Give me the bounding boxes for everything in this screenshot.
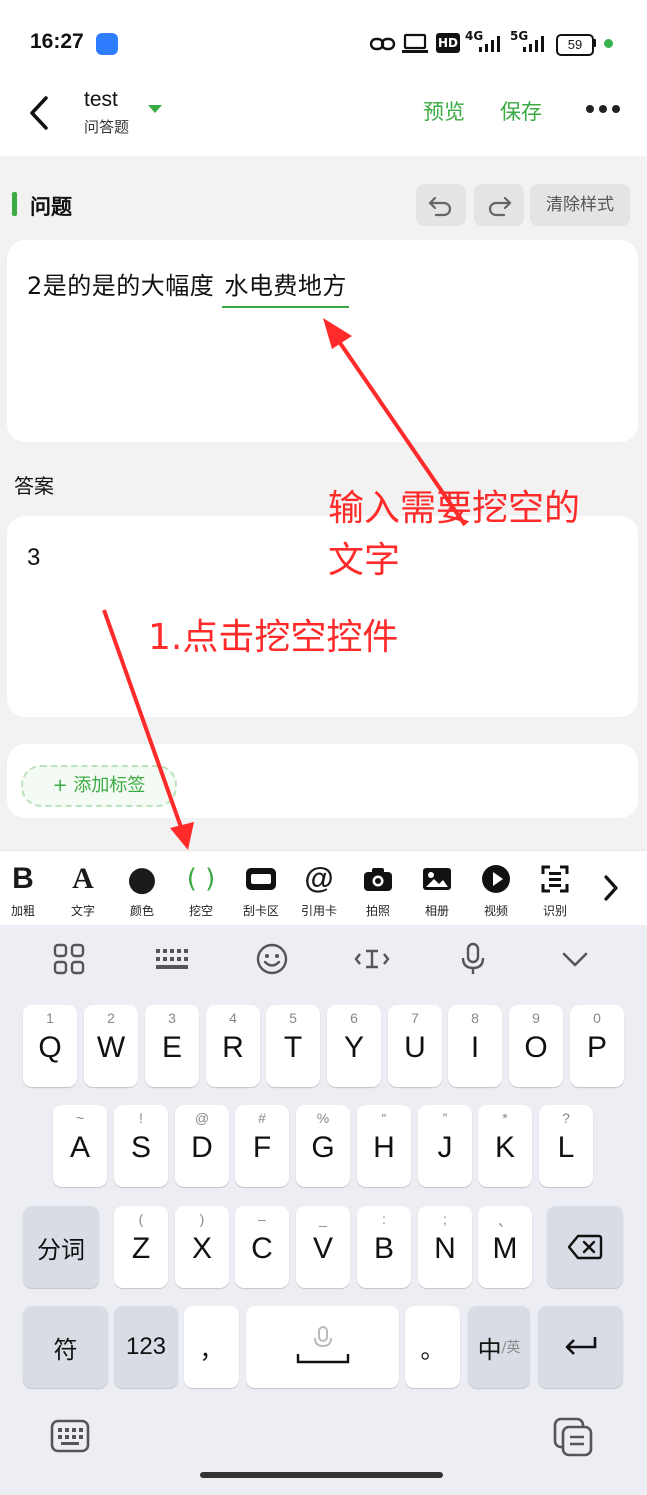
annotation-click-hint: 1.点击挖空控件 xyxy=(148,617,399,658)
annotation-input-hint: 输入需要挖空的 文字 xyxy=(328,483,580,587)
annotation-line-2: 文字 xyxy=(328,540,401,581)
annotation-line-1: 输入需要挖空的 xyxy=(328,488,581,529)
annotation-arrows xyxy=(102,318,467,850)
